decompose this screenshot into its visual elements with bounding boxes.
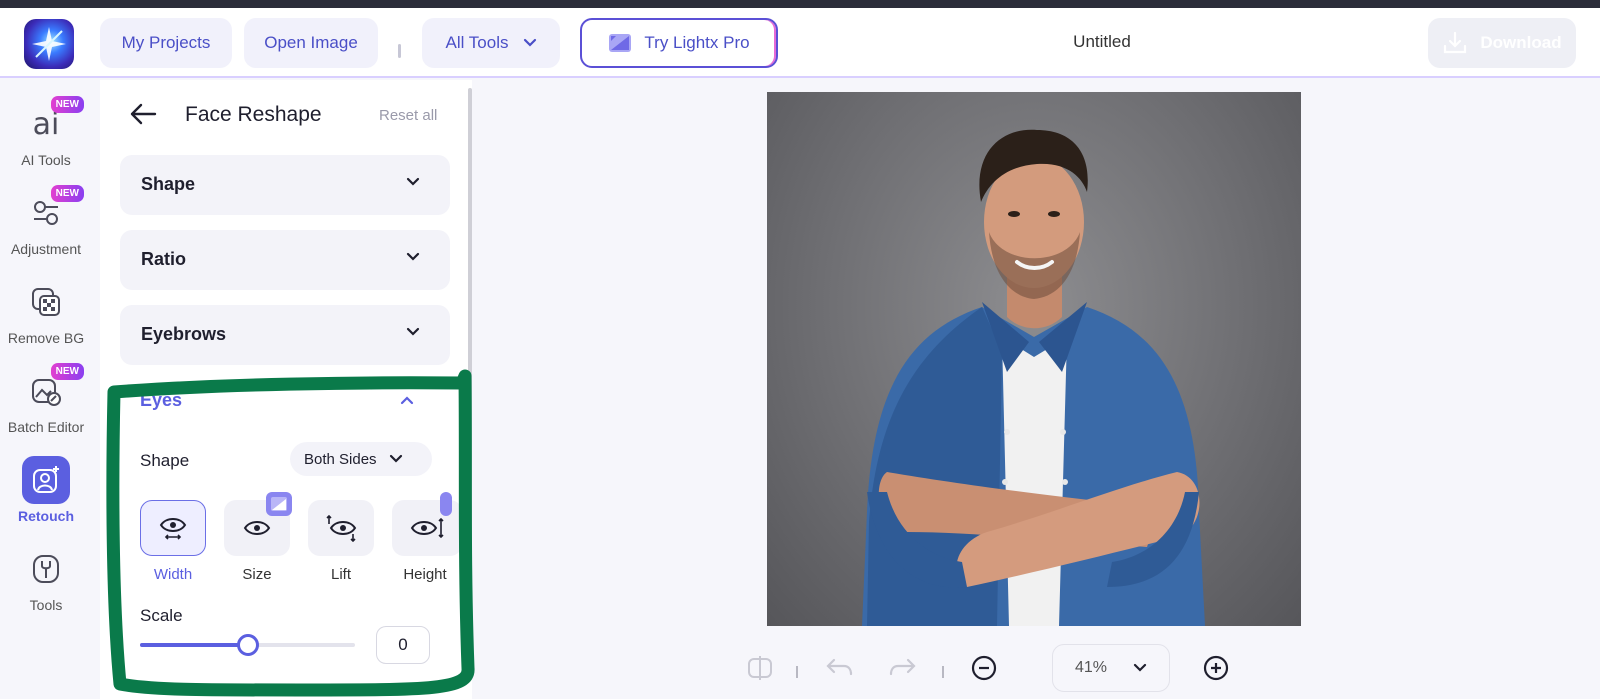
accordion-label: Eyebrows xyxy=(141,324,227,344)
header-divider xyxy=(398,44,401,58)
tool-width[interactable] xyxy=(140,500,206,556)
chevron-down-icon xyxy=(523,38,536,47)
redo-icon[interactable] xyxy=(888,654,918,682)
all-tools-dropdown[interactable]: All Tools xyxy=(422,18,560,68)
canvas-toolbar: 41% xyxy=(744,644,1304,694)
rail-item-label: Remove BG xyxy=(7,330,85,346)
rail-item-adjustment[interactable]: NEW Adjustment xyxy=(0,185,92,257)
photo-canvas[interactable] xyxy=(767,92,1301,626)
rail-icon-wrap: ai NEW xyxy=(22,96,84,148)
accordion-ratio[interactable]: Ratio xyxy=(120,230,450,290)
scale-slider-fill xyxy=(140,643,248,647)
scale-value-input[interactable]: 0 xyxy=(376,626,430,664)
undo-icon[interactable] xyxy=(824,654,854,682)
rail-item-tools[interactable]: Tools xyxy=(0,545,92,613)
crown-icon xyxy=(609,34,632,52)
pro-badge-icon xyxy=(440,492,452,516)
tool-label: Width xyxy=(153,566,193,583)
rail-item-ai-tools[interactable]: ai NEW AI Tools xyxy=(0,96,92,168)
download-button[interactable]: Download xyxy=(1428,18,1576,68)
rail-icon-wrap: NEW xyxy=(22,185,84,237)
chevron-down-icon xyxy=(406,327,420,336)
rail-item-remove-bg[interactable]: Remove BG xyxy=(0,278,92,346)
chevron-up-icon[interactable] xyxy=(400,395,414,405)
toolbar-divider xyxy=(942,666,944,678)
tool-lift[interactable] xyxy=(308,500,374,556)
rail-icon-wrap xyxy=(22,278,70,326)
rail-item-label: Batch Editor xyxy=(7,419,85,435)
tool-label: Size xyxy=(242,566,272,583)
side-select-value: Both Sides xyxy=(304,450,377,468)
all-tools-label: All Tools xyxy=(445,33,509,52)
new-badge: NEW xyxy=(50,363,84,380)
eye-lift-icon xyxy=(326,514,357,542)
chevron-down-icon xyxy=(406,177,420,186)
accordion-shape[interactable]: Shape xyxy=(120,155,450,215)
compare-icon[interactable] xyxy=(746,654,774,682)
scale-slider[interactable] xyxy=(140,634,355,656)
retouch-icon xyxy=(33,466,59,493)
remove-bg-icon xyxy=(32,288,60,316)
rail-icon-wrap: NEW xyxy=(22,363,84,415)
zoom-value: 41% xyxy=(1074,659,1108,676)
open-image-button[interactable]: Open Image xyxy=(244,18,378,68)
canvas-area: 41% xyxy=(472,80,1600,699)
scale-slider-handle[interactable] xyxy=(236,634,259,656)
try-pro-label: Try Lightx Pro xyxy=(644,33,750,52)
rail-item-label: Tools xyxy=(29,597,63,613)
lightx-logo[interactable] xyxy=(24,19,74,69)
rail-item-label: AI Tools xyxy=(21,152,71,168)
accordion-eyebrows[interactable]: Eyebrows xyxy=(120,305,450,365)
zoom-out-icon[interactable] xyxy=(970,654,998,682)
document-title[interactable]: Untitled xyxy=(1000,32,1204,52)
panel-title: Face Reshape xyxy=(185,103,322,126)
rail-icon-wrap xyxy=(22,456,70,504)
window-top-strip xyxy=(0,0,1600,8)
scale-label: Scale xyxy=(140,606,183,625)
tool-label: Lift xyxy=(330,566,351,583)
chevron-down-icon xyxy=(1133,663,1147,672)
rail-item-label: Adjustment xyxy=(10,241,82,257)
reset-all-button[interactable]: Reset all xyxy=(379,107,437,124)
tools-icon xyxy=(33,555,59,583)
download-icon xyxy=(1444,31,1467,54)
chevron-down-icon xyxy=(389,454,402,463)
back-arrow-icon[interactable] xyxy=(128,100,158,128)
accordion-eyes-title[interactable]: Eyes xyxy=(140,390,182,411)
new-badge: NEW xyxy=(50,185,84,202)
new-badge: NEW xyxy=(50,96,84,113)
accordion-label: Shape xyxy=(141,174,196,194)
adjustment-icon xyxy=(34,201,58,225)
rail-icon-wrap xyxy=(22,545,70,593)
portrait-image xyxy=(862,129,1205,626)
rail-item-label: Retouch xyxy=(18,508,74,524)
zoom-dropdown[interactable]: 41% xyxy=(1052,644,1170,692)
pro-badge-icon xyxy=(266,492,292,516)
left-rail: ai NEW AI Tools NEW Adjustment Remove BG… xyxy=(0,80,100,699)
tool-label: Height xyxy=(403,566,447,583)
accordion-label: Ratio xyxy=(141,249,186,269)
eye-height-icon xyxy=(410,517,444,539)
try-pro-button[interactable]: Try Lightx Pro xyxy=(580,18,778,68)
rail-item-retouch[interactable]: Retouch xyxy=(0,456,92,524)
toolbar-divider xyxy=(796,666,798,678)
face-reshape-panel: Face Reshape Reset all Shape Ratio Eyebr… xyxy=(100,80,472,699)
rail-item-batch-editor[interactable]: NEW Batch Editor xyxy=(0,363,92,435)
panel-header: Face Reshape Reset all xyxy=(100,94,472,134)
download-label: Download xyxy=(1480,33,1562,52)
my-projects-button[interactable]: My Projects xyxy=(100,18,232,68)
side-select-dropdown[interactable]: Both Sides xyxy=(290,442,432,476)
zoom-in-icon[interactable] xyxy=(1202,654,1230,682)
eyes-shape-label: Shape xyxy=(140,451,190,470)
eye-icon xyxy=(243,521,271,535)
chevron-down-icon xyxy=(406,252,420,261)
eye-width-icon xyxy=(159,518,187,540)
top-bar: My Projects Open Image All Tools Try Lig… xyxy=(0,8,1600,78)
